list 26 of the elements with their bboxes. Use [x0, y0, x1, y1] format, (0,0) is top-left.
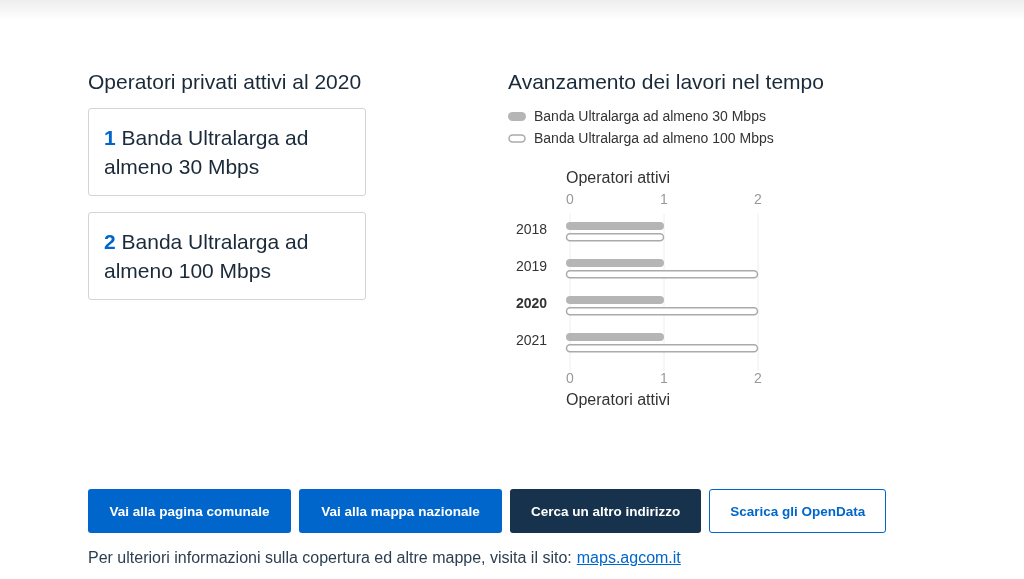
axis-tick: 0: [566, 191, 574, 207]
section-title: Operatori privati attivi al 2020: [88, 70, 363, 94]
section-title: Avanzamento dei lavori nel tempo: [508, 70, 825, 94]
legend-label: Banda Ultralarga ad almeno 100 Mbps: [534, 130, 774, 146]
action-button[interactable]: Vai alla pagina comunale: [88, 489, 291, 533]
axis-tick: 1: [660, 191, 668, 207]
category-label: 2020: [516, 295, 548, 311]
site-link[interactable]: maps.agcom.it: [576, 549, 681, 567]
action-button[interactable]: Vai alla mappa nazionale: [299, 489, 502, 533]
category-label: 2019: [516, 258, 548, 274]
category-label: 2018: [516, 221, 548, 237]
legend-label: Banda Ultralarga ad almeno 30 Mbps: [534, 108, 766, 124]
operator-card: 2 Banda Ultralarga ad almeno 100 Mbps: [88, 212, 366, 300]
axis-title: Operatori attivi: [566, 391, 671, 408]
action-button[interactable]: Cerca un altro indirizzo: [510, 489, 702, 533]
operator-card: 1 Banda Ultralarga ad almeno 30 Mbps: [88, 108, 366, 196]
legend-swatch-icon: [508, 133, 526, 143]
legend-swatch-icon: [508, 111, 526, 121]
footer-text: Per ulteriori informazioni sulla copertura ed altre mappe, visita il sito:: [88, 549, 572, 567]
axis-tick: 2: [754, 191, 762, 207]
axis-tick: 0: [566, 370, 574, 386]
action-button[interactable]: Scarica gli OpenData: [709, 489, 887, 533]
axis-tick: 1: [660, 370, 668, 386]
axis-tick: 2: [754, 370, 762, 386]
category-label: 2021: [516, 332, 548, 348]
axis-title: Operatori attivi: [566, 169, 671, 186]
